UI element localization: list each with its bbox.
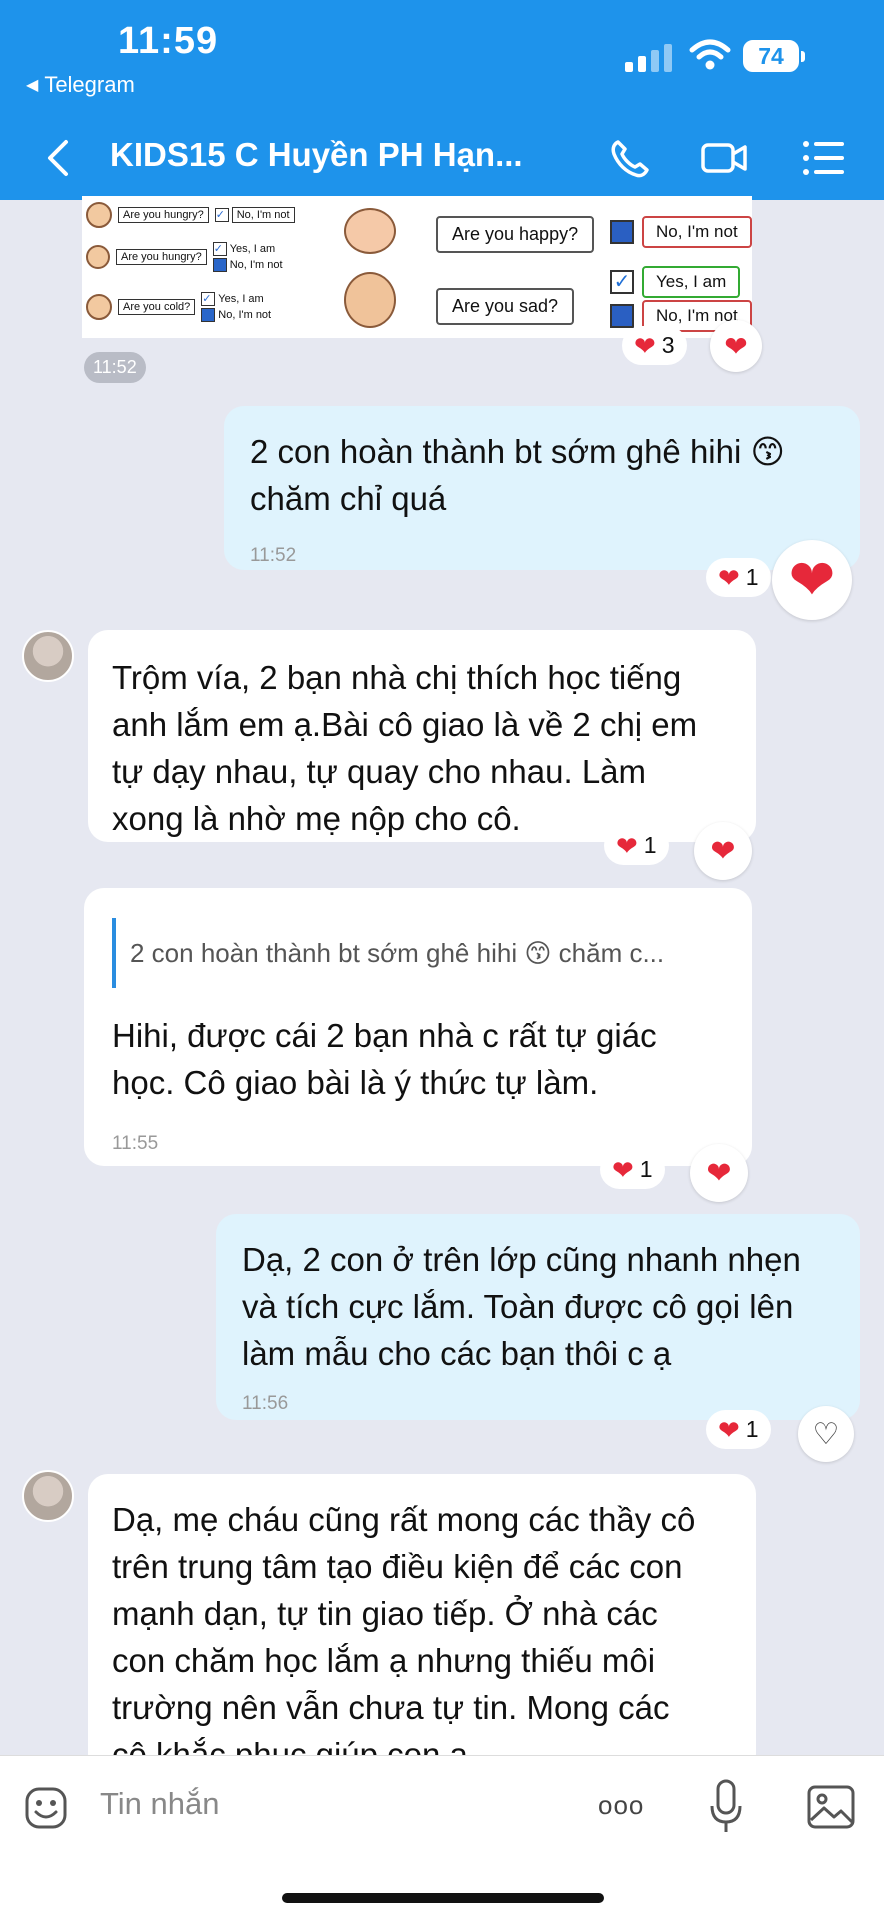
reaction-badge[interactable]: ❤ 1 [600,1150,665,1189]
reaction-badge[interactable]: ❤ 3 [622,326,687,365]
message-text-line: anh lắm em ạ.Bài cô giao là về 2 chị em [112,706,698,743]
back-icon[interactable] [40,138,76,178]
message-time: 11:55 [112,1133,159,1154]
message-bubble-incoming[interactable]: Dạ, mẹ cháu cũng rất mong các thầy cô tr… [88,1474,756,1774]
menu-icon[interactable] [800,136,848,180]
message-bubble-outgoing[interactable]: Dạ, 2 con ở trên lớp cũng nhanh nhẹn và … [216,1214,860,1420]
back-to-telegram[interactable]: ◀ Telegram [26,72,135,98]
worksheet-answer: No, I'm not [229,259,283,271]
message-bubble-outgoing[interactable]: 2 con hoàn thành bt sớm ghê hihi 😙 chăm … [224,406,860,570]
worksheet-answer: Yes, I am [218,293,264,305]
gallery-icon[interactable] [806,1784,856,1830]
message-text-line: và tích cực lắm. Toàn được cô gọi lên [242,1288,794,1325]
message-text-line: Dạ, 2 con ở trên lớp cũng nhanh nhẹn [242,1241,801,1278]
message-text-line: làm mẫu cho các bạn thôi c ạ [242,1335,672,1372]
message-text-line: tự dạy nhau, tự quay cho nhau. Làm [112,753,647,790]
avatar[interactable] [22,630,74,682]
avatar[interactable] [22,1470,74,1522]
heart-icon: ❤ [612,1154,634,1185]
reaction-badge[interactable]: ❤ 1 [604,826,669,865]
message-text-line: trường nên vẫn chưa tự tin. Mong các [112,1689,670,1726]
message-input[interactable]: Tin nhắn [100,1786,220,1822]
back-app-label: Telegram [44,72,135,97]
heart-icon: ❤ [710,834,736,868]
message-time: 11:52 [250,545,297,566]
chat-title[interactable]: KIDS15 C Huyền PH Hạn... [110,136,560,174]
message-bubble-incoming[interactable]: Trộm vía, 2 bạn nhà chị thích học tiếng … [88,630,756,842]
worksheet-answer: Yes, I am [229,243,276,255]
girl-illustration [344,272,396,328]
child-illustration [86,245,110,269]
reaction-count: 1 [639,1156,653,1182]
home-indicator [282,1893,604,1903]
message-bubble-incoming[interactable]: 2 con hoàn thành bt sớm ghê hihi 😙 chăm … [84,888,752,1166]
heart-icon: ❤ [706,1156,732,1190]
worksheet-answer: No, I'm not [642,216,752,248]
heart-reaction-button[interactable]: ❤ [690,1144,748,1202]
message-text-line: mạnh dạn, tự tin giao tiếp. Ở nhà các [112,1595,658,1632]
child-illustration [86,202,112,228]
reply-quote[interactable]: 2 con hoàn thành bt sớm ghê hihi 😙 chăm … [112,918,702,988]
worksheet-answer: No, I'm not [218,309,272,321]
reaction-count: 3 [661,332,675,358]
heart-icon: ❤ [718,1414,740,1445]
message-text-line: con chăm học lắm ạ nhưng thiếu môi [112,1642,656,1679]
heart-icon: ❤ [616,830,638,861]
back-triangle-icon: ◀ [26,77,39,94]
more-icon[interactable]: ooo [598,1790,644,1821]
photo-message[interactable]: Are you hungry? ✓ No, I'm not Are you hun… [82,196,752,338]
heart-outline-icon: ♡ [812,1417,840,1451]
girl-illustration [344,208,396,254]
message-text-line: học. Cô giao bài là ý thức tự làm. [112,1064,599,1101]
child-illustration [86,294,112,320]
heart-icon: ❤ [634,330,656,361]
heart-icon: ❤ [718,562,740,593]
heart-reaction-button[interactable]: ❤ [694,822,752,880]
heart-reaction-button[interactable]: ❤ [710,320,762,372]
worksheet-answer: No, I'm not [231,207,295,223]
wifi-icon [689,39,731,70]
heart-reaction-button[interactable]: ❤ [772,540,852,620]
chat-header: 11:59 ◀ Telegram 74 KIDS15 C Huyền PH Hạ… [0,0,884,200]
message-text-line: trên trung tâm tạo điều kiện để các con [112,1548,683,1585]
heart-icon: ❤ [788,548,836,611]
message-text-line: Trộm vía, 2 bạn nhà chị thích học tiếng [112,659,682,696]
reaction-count: 1 [745,1416,759,1442]
reaction-badge[interactable]: ❤ 1 [706,1410,771,1449]
battery-icon: 74 [743,40,805,72]
sticker-icon[interactable] [24,1786,68,1830]
message-text-line: 2 con hoàn thành bt sớm ghê hihi 😙 [250,433,785,470]
message-text-line: Dạ, mẹ cháu cũng rất mong các thầy cô [112,1501,696,1538]
heart-icon: ❤ [724,330,748,362]
worksheet-question: Are you sad? [436,288,575,325]
worksheet-answer: Yes, I am [642,266,741,298]
reaction-count: 1 [745,564,759,590]
worksheet-question: Are you hungry? [118,207,209,223]
heart-outline-reaction-button[interactable]: ♡ [798,1406,854,1462]
image-time: 11:52 [84,352,146,383]
video-call-icon[interactable] [700,136,748,180]
message-text-line: chăm chỉ quá [250,480,447,517]
worksheet-question: Are you cold? [118,299,196,315]
worksheet-question: Are you hungry? [116,249,207,265]
signal-icon [625,42,675,72]
reaction-badge[interactable]: ❤ 1 [706,558,771,597]
message-time: 11:56 [242,1393,289,1414]
microphone-icon[interactable] [708,1778,744,1836]
reaction-count: 1 [643,832,657,858]
worksheet-question: Are you happy? [436,216,595,253]
phone-icon[interactable] [606,136,654,180]
status-time: 11:59 [118,20,219,62]
message-text-line: Hihi, được cái 2 bạn nhà c rất tự giác [112,1017,657,1054]
